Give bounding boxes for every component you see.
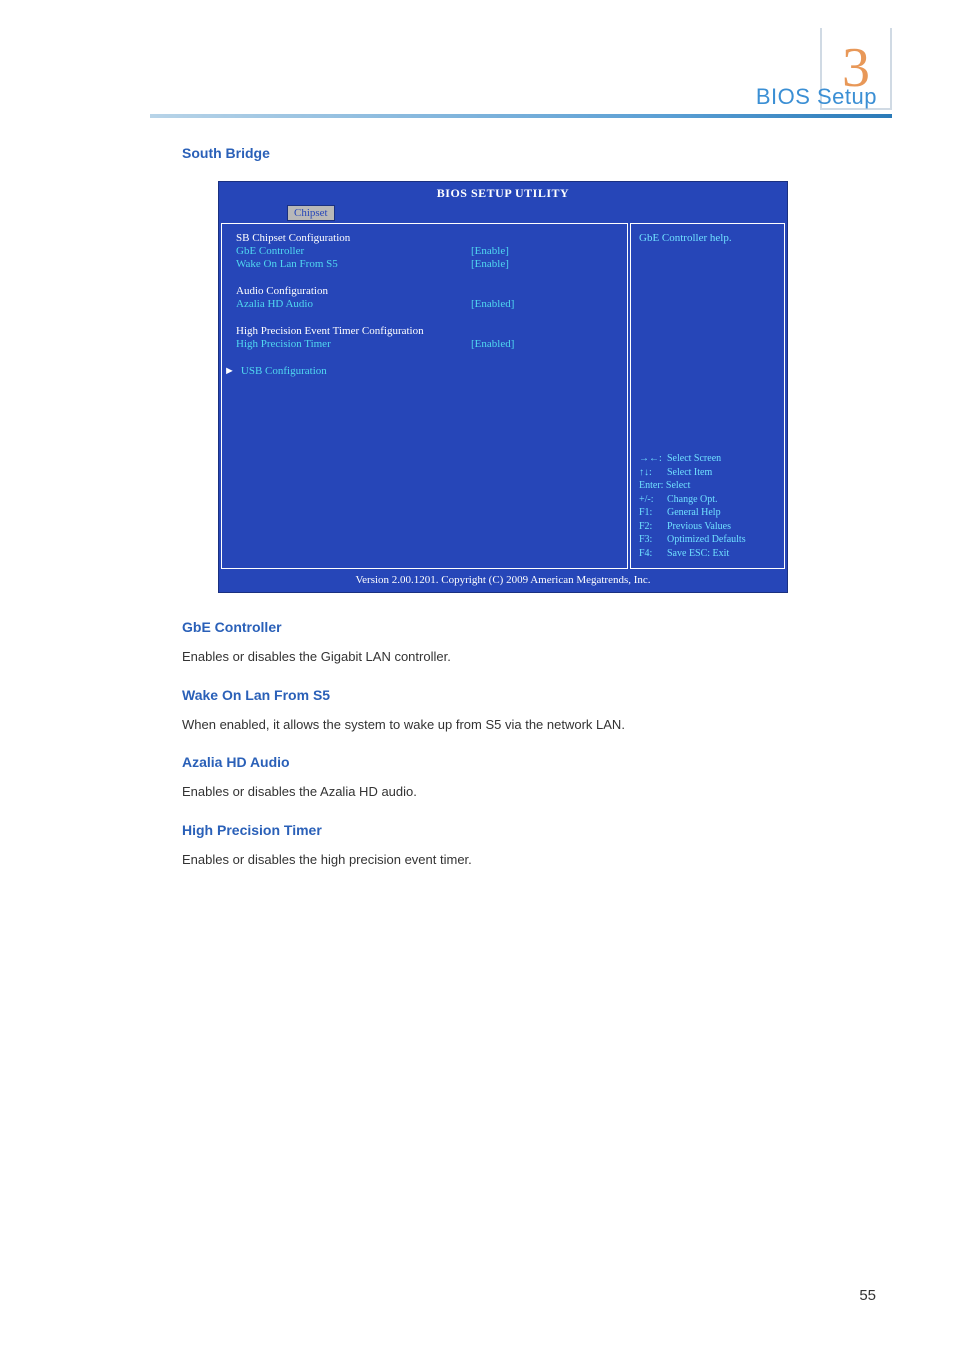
gbe-heading: GbE Controller [182, 619, 824, 635]
page-number: 55 [859, 1287, 876, 1304]
azalia-heading: Azalia HD Audio [182, 754, 824, 770]
key-f4: F4: [639, 547, 667, 561]
wol-value: [Enable] [471, 258, 613, 270]
key-save: Save ESC: Exit [667, 547, 729, 561]
wol-label: Wake On Lan From S5 [236, 258, 471, 270]
submenu-arrow-icon: ► [224, 365, 235, 377]
usb-config-label: USB Configuration [241, 365, 327, 377]
azalia-value: [Enabled] [471, 298, 613, 310]
azalia-label: Azalia HD Audio [236, 298, 471, 310]
sb-config-header: SB Chipset Configuration [236, 232, 471, 244]
bios-main-panel: SB Chipset Configuration GbE Controller … [221, 223, 628, 569]
key-plusminus-icon: +/-: [639, 493, 667, 507]
hpet-config-header: High Precision Event Timer Configuration [236, 325, 424, 337]
arrow-lr-icon: →←: [639, 452, 667, 466]
bios-tab-chipset: Chipset [287, 205, 335, 221]
key-f2: F2: [639, 520, 667, 534]
bios-tab-bar: Chipset [219, 205, 787, 221]
key-optimized: Optimized Defaults [667, 533, 746, 547]
key-f3: F3: [639, 533, 667, 547]
bios-help-panel: GbE Controller help. →←:Select Screen ↑↓… [630, 223, 785, 569]
wol-heading: Wake On Lan From S5 [182, 687, 824, 703]
audio-config-header: Audio Configuration [236, 285, 471, 297]
arrow-ud-icon: ↑↓: [639, 466, 667, 480]
key-previous: Previous Values [667, 520, 731, 534]
bios-utility-title: BIOS SETUP UTILITY [219, 182, 787, 205]
page-header: BIOS Setup [150, 38, 892, 118]
hpet-label: High Precision Timer [236, 338, 471, 350]
hpet-value: [Enabled] [471, 338, 613, 350]
key-change: Change Opt. [667, 493, 718, 507]
key-select-item: Select Item [667, 466, 712, 480]
section-title: South Bridge [182, 145, 824, 161]
bios-body: SB Chipset Configuration GbE Controller … [219, 221, 787, 571]
key-select-screen: Select Screen [667, 452, 721, 466]
hpet-text: Enables or disables the high precision e… [182, 850, 824, 870]
bios-key-legend: →←:Select Screen ↑↓:Select Item Enter: S… [639, 452, 776, 560]
bios-screenshot: BIOS SETUP UTILITY Chipset SB Chipset Co… [218, 181, 788, 593]
gbe-text: Enables or disables the Gigabit LAN cont… [182, 647, 824, 667]
key-f1: F1: [639, 506, 667, 520]
header-divider [150, 114, 892, 118]
breadcrumb: BIOS Setup [756, 84, 877, 110]
gbe-controller-label: GbE Controller [236, 245, 471, 257]
gbe-controller-value: [Enable] [471, 245, 613, 257]
azalia-text: Enables or disables the Azalia HD audio. [182, 782, 824, 802]
bios-footer: Version 2.00.1201. Copyright (C) 2009 Am… [219, 571, 787, 592]
wol-text: When enabled, it allows the system to wa… [182, 715, 824, 735]
key-general: General Help [667, 506, 721, 520]
bios-help-text: GbE Controller help. [639, 232, 776, 452]
hpet-heading: High Precision Timer [182, 822, 824, 838]
key-enter: Enter: Select [639, 479, 690, 493]
main-content: South Bridge BIOS SETUP UTILITY Chipset … [182, 145, 824, 873]
